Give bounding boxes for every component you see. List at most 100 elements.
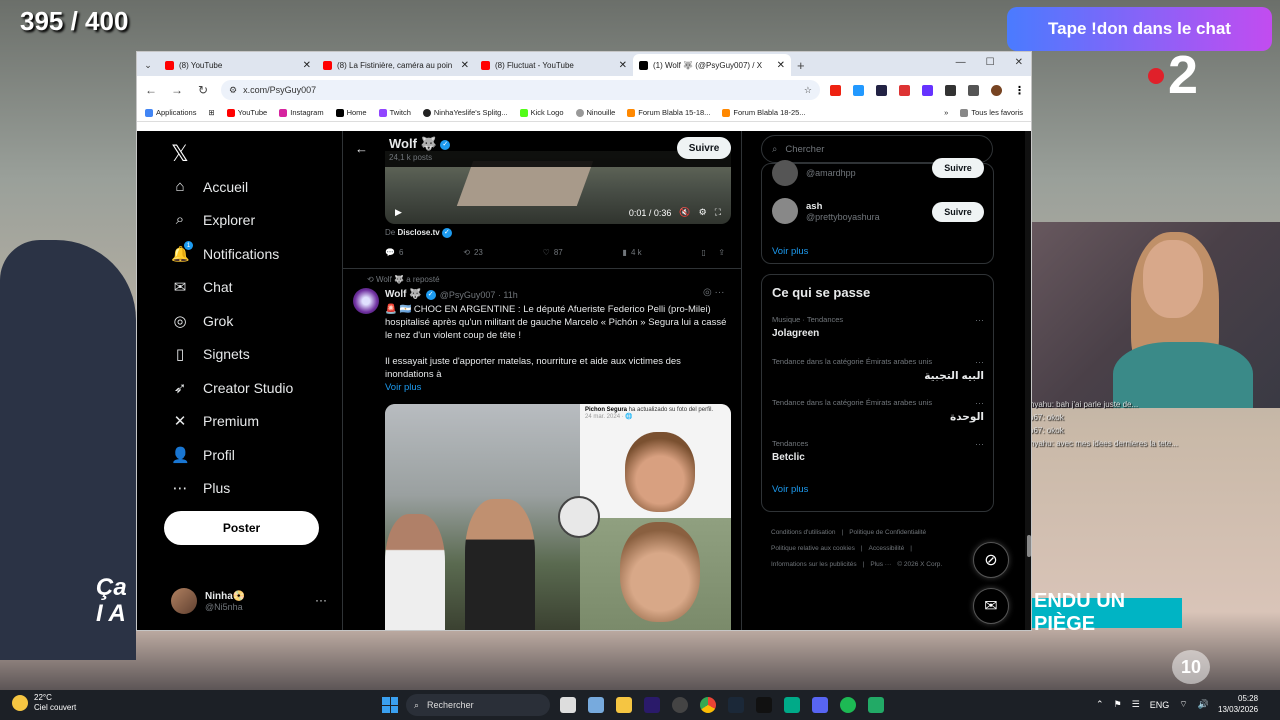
close-icon[interactable]: ✕ [619,60,627,71]
bookmark-ninouille[interactable]: Ninouille [575,108,615,117]
site-info-icon[interactable]: ⚙ [229,85,237,96]
weather-widget[interactable]: 22°C Ciel couvert [12,693,76,713]
media-icon[interactable] [968,84,979,96]
avatar[interactable] [353,288,379,314]
tab-youtube[interactable]: (8) YouTube ✕ [159,54,317,76]
windows-start-icon[interactable] [382,697,398,713]
play-icon[interactable]: ▶ [395,207,402,218]
footer-link[interactable]: Politique relative aux cookies [771,545,855,552]
tweet-author[interactable]: Wolf 🐺 [385,289,422,300]
bookmark-icon[interactable]: ▯ [701,248,705,257]
post-button[interactable]: Poster [164,511,319,545]
extension-icon[interactable] [922,84,933,96]
new-tab-button[interactable]: + [797,58,805,73]
bookmark-grid[interactable]: ⊞ [208,108,214,117]
follow-button[interactable]: Suivre [932,158,984,178]
back-icon[interactable]: ← [143,83,159,97]
back-arrow-icon[interactable]: ← [355,141,368,156]
tray-icon[interactable]: ⚑ [1114,699,1122,710]
steam-icon[interactable] [728,697,744,713]
puzzle-icon[interactable] [945,84,956,96]
more-icon[interactable]: ··· [975,357,984,367]
more-icon[interactable]: ··· [315,593,327,607]
footer-link[interactable]: Politique de Confidentialité [849,529,926,536]
footer-link[interactable]: Plus ··· [870,561,891,568]
footer-link[interactable]: Accessibilité [869,545,905,552]
app-icon[interactable] [868,697,884,713]
views-button[interactable]: ▮ 4 k [623,248,642,257]
app-icon[interactable] [588,697,604,713]
bookmark-twitch[interactable]: Twitch [378,108,411,117]
scrollbar[interactable] [1025,131,1031,630]
sidebar-item-plus[interactable]: ⋯ Plus [171,479,231,497]
bookmark-apps[interactable]: Applications [145,108,196,117]
sidebar-item-premium[interactable]: ✕ Premium [171,412,259,430]
bookmark-home[interactable]: Home [335,108,367,117]
volume-icon[interactable]: 🔊 [1198,699,1209,710]
app-icon[interactable] [784,697,800,713]
suggestion-item[interactable]: ash @prettyboyashura [772,198,880,224]
footer-link[interactable]: Informations sur les publicités [771,561,857,568]
file-explorer-icon[interactable] [616,697,632,713]
fullscreen-icon[interactable]: ⛶ [715,207,721,218]
close-window-button[interactable]: ✕ [1015,57,1023,68]
bookmark-forum-15-18[interactable]: Forum Blabla 15-18... [627,108,710,117]
all-bookmarks[interactable]: Tous les favoris [960,108,1023,117]
source-link[interactable]: Disclose.tv [397,228,439,237]
follow-button[interactable]: Suivre [677,137,731,159]
scrollbar-thumb[interactable] [1027,535,1031,557]
minimize-button[interactable]: — [956,57,966,68]
tweet-more-icon[interactable]: ◎ ··· [703,287,725,298]
extension-icon[interactable] [876,84,887,96]
tweet-image[interactable]: Pichon Segura ha actualizado su foto del… [385,404,731,630]
reload-icon[interactable]: ↻ [195,83,211,97]
chevron-up-icon[interactable]: ⌃ [1096,699,1104,710]
obs-icon[interactable] [672,697,688,713]
footer-link[interactable]: Conditions d'utilisation [771,529,835,536]
maximize-button[interactable]: ☐ [986,57,995,68]
bookmark-forum-18-25[interactable]: Forum Blabla 18-25... [722,108,806,117]
profile-avatar-icon[interactable] [991,84,1002,96]
language-indicator[interactable]: ENG [1150,700,1170,710]
more-icon[interactable]: ··· [975,439,984,449]
extension-icon[interactable] [899,84,910,96]
grok-fab[interactable]: ⊘ [973,542,1009,578]
chrome-icon[interactable] [700,697,716,713]
clock[interactable]: 05:28 13/03/2026 [1218,693,1258,715]
follow-button[interactable]: Suivre [932,202,984,222]
sidebar-item-explorer[interactable]: ⌕ Explorer [171,211,255,228]
task-view-icon[interactable] [560,697,576,713]
bookmark-instagram[interactable]: Instagram [279,108,324,117]
more-icon[interactable]: ··· [975,315,984,325]
messages-fab[interactable]: ✉ [973,588,1009,624]
url-field[interactable]: ⚙ x.com/PsyGuy007 ☆ [221,80,820,100]
star-icon[interactable]: ☆ [804,85,812,96]
menu-icon[interactable]: ⋮ [1014,84,1025,97]
extension-icon[interactable] [830,84,841,96]
sidebar-item-chat[interactable]: ✉ Chat [171,278,233,296]
see-more-link[interactable]: Voir plus [772,246,808,257]
like-button[interactable]: ♡ 87 [543,248,563,257]
x-logo-icon[interactable]: 𝕏 [171,141,189,167]
tab-search-button[interactable]: ⌄ [137,54,159,76]
repost-button[interactable]: ⟲ 23 [463,248,483,257]
spotify-icon[interactable] [840,697,856,713]
volume-icon[interactable]: 🔇 [679,207,690,218]
sidebar-item-profil[interactable]: 👤 Profil [171,446,235,464]
tiktok-icon[interactable] [756,697,772,713]
tab-fluctuat[interactable]: (8) Fluctuat - YouTube ✕ [475,54,633,76]
premiere-icon[interactable] [644,697,660,713]
tab-x-wolf[interactable]: (1) Wolf 🐺 (@PsyGuy007) / X ✕ [633,54,791,76]
bookmark-splitgate[interactable]: NinhaYeslife's Splitg... [422,108,508,117]
extension-icon[interactable] [853,84,864,96]
sidebar-item-creator-studio[interactable]: ➶ Creator Studio [171,379,294,397]
close-icon[interactable]: ✕ [303,60,311,71]
reply-button[interactable]: 💬 6 [385,248,403,257]
sidebar-item-grok[interactable]: ◎ Grok [171,312,233,330]
taskbar-search[interactable]: ⌕ Rechercher [406,694,550,716]
discord-icon[interactable] [812,697,828,713]
bookmark-youtube[interactable]: YouTube [226,108,267,117]
sidebar-item-signets[interactable]: ▯ Signets [171,345,250,363]
tab-fistiniere[interactable]: (8) La Fistinière, caméra au poin ✕ [317,54,475,76]
wifi-icon[interactable]: ⌔ [1179,699,1187,710]
